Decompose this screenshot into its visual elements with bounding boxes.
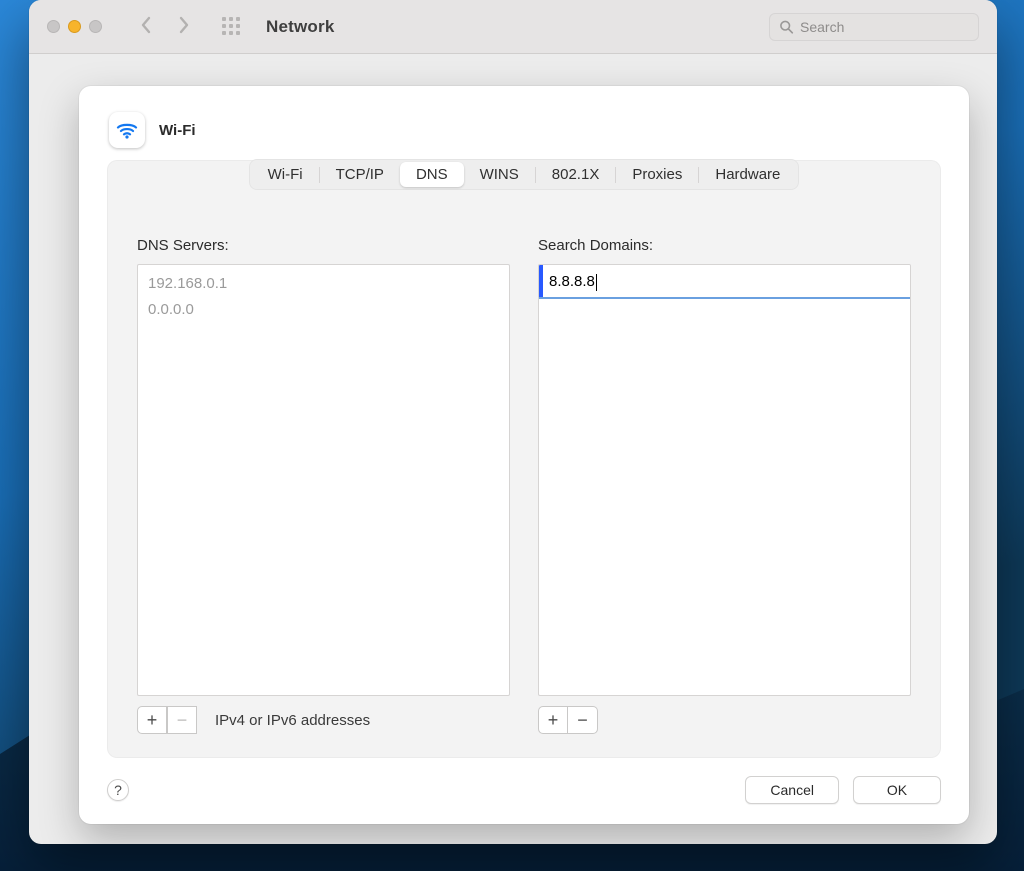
tab-proxies[interactable]: Proxies — [616, 162, 698, 187]
advanced-network-sheet: Wi-Fi Wi-Fi TCP/IP DNS WINS 802.1X Proxi… — [79, 86, 969, 824]
sheet-title: Wi-Fi — [159, 122, 196, 139]
tab-8021x[interactable]: 802.1X — [536, 162, 616, 187]
close-window-button[interactable] — [47, 20, 60, 33]
window-title: Network — [266, 17, 334, 37]
dns-server-row[interactable]: 0.0.0.0 — [148, 297, 499, 323]
remove-dns-server-button[interactable]: − — [167, 706, 197, 734]
search-domains-column: Search Domains: 8.8.8.8 + − — [538, 237, 911, 734]
search-domain-editing-row[interactable]: 8.8.8.8 — [539, 265, 910, 299]
fullscreen-window-button[interactable] — [89, 20, 102, 33]
search-domains-list[interactable]: 8.8.8.8 — [538, 264, 911, 696]
search-icon — [779, 19, 794, 34]
search-domain-value: 8.8.8.8 — [549, 273, 595, 290]
search-field[interactable] — [769, 13, 979, 41]
tab-hardware[interactable]: Hardware — [699, 162, 796, 187]
tab-wifi[interactable]: Wi-Fi — [252, 162, 319, 187]
dns-server-row[interactable]: 192.168.0.1 — [148, 271, 499, 297]
search-input[interactable] — [769, 13, 979, 41]
window-controls — [47, 20, 102, 33]
system-preferences-window: Network Wi-Fi Wi-Fi — [29, 0, 997, 844]
wifi-icon — [109, 112, 145, 148]
tab-dns[interactable]: DNS — [400, 162, 464, 187]
tab-bar: Wi-Fi TCP/IP DNS WINS 802.1X Proxies Har… — [249, 159, 800, 190]
content-card: Wi-Fi TCP/IP DNS WINS 802.1X Proxies Har… — [107, 160, 941, 758]
tab-tcpip[interactable]: TCP/IP — [320, 162, 400, 187]
dns-servers-column: DNS Servers: 192.168.0.1 0.0.0.0 + − IPv… — [137, 237, 510, 734]
dns-hint: IPv4 or IPv6 addresses — [215, 712, 370, 729]
add-search-domain-button[interactable]: + — [538, 706, 568, 734]
cancel-button[interactable]: Cancel — [745, 776, 839, 804]
minimize-window-button[interactable] — [68, 20, 81, 33]
ok-button[interactable]: OK — [853, 776, 941, 804]
titlebar: Network — [29, 0, 997, 54]
sheet-header: Wi-Fi — [107, 108, 941, 160]
add-dns-server-button[interactable]: + — [137, 706, 167, 734]
help-button[interactable]: ? — [107, 779, 129, 801]
search-domains-label: Search Domains: — [538, 237, 911, 254]
remove-search-domain-button[interactable]: − — [568, 706, 598, 734]
back-button[interactable] — [132, 14, 160, 40]
sheet-footer: ? Cancel OK — [107, 776, 941, 804]
forward-button[interactable] — [170, 14, 198, 40]
dns-servers-list[interactable]: 192.168.0.1 0.0.0.0 — [137, 264, 510, 696]
show-all-icon[interactable] — [222, 17, 242, 37]
dns-servers-label: DNS Servers: — [137, 237, 510, 254]
tab-wins[interactable]: WINS — [464, 162, 535, 187]
